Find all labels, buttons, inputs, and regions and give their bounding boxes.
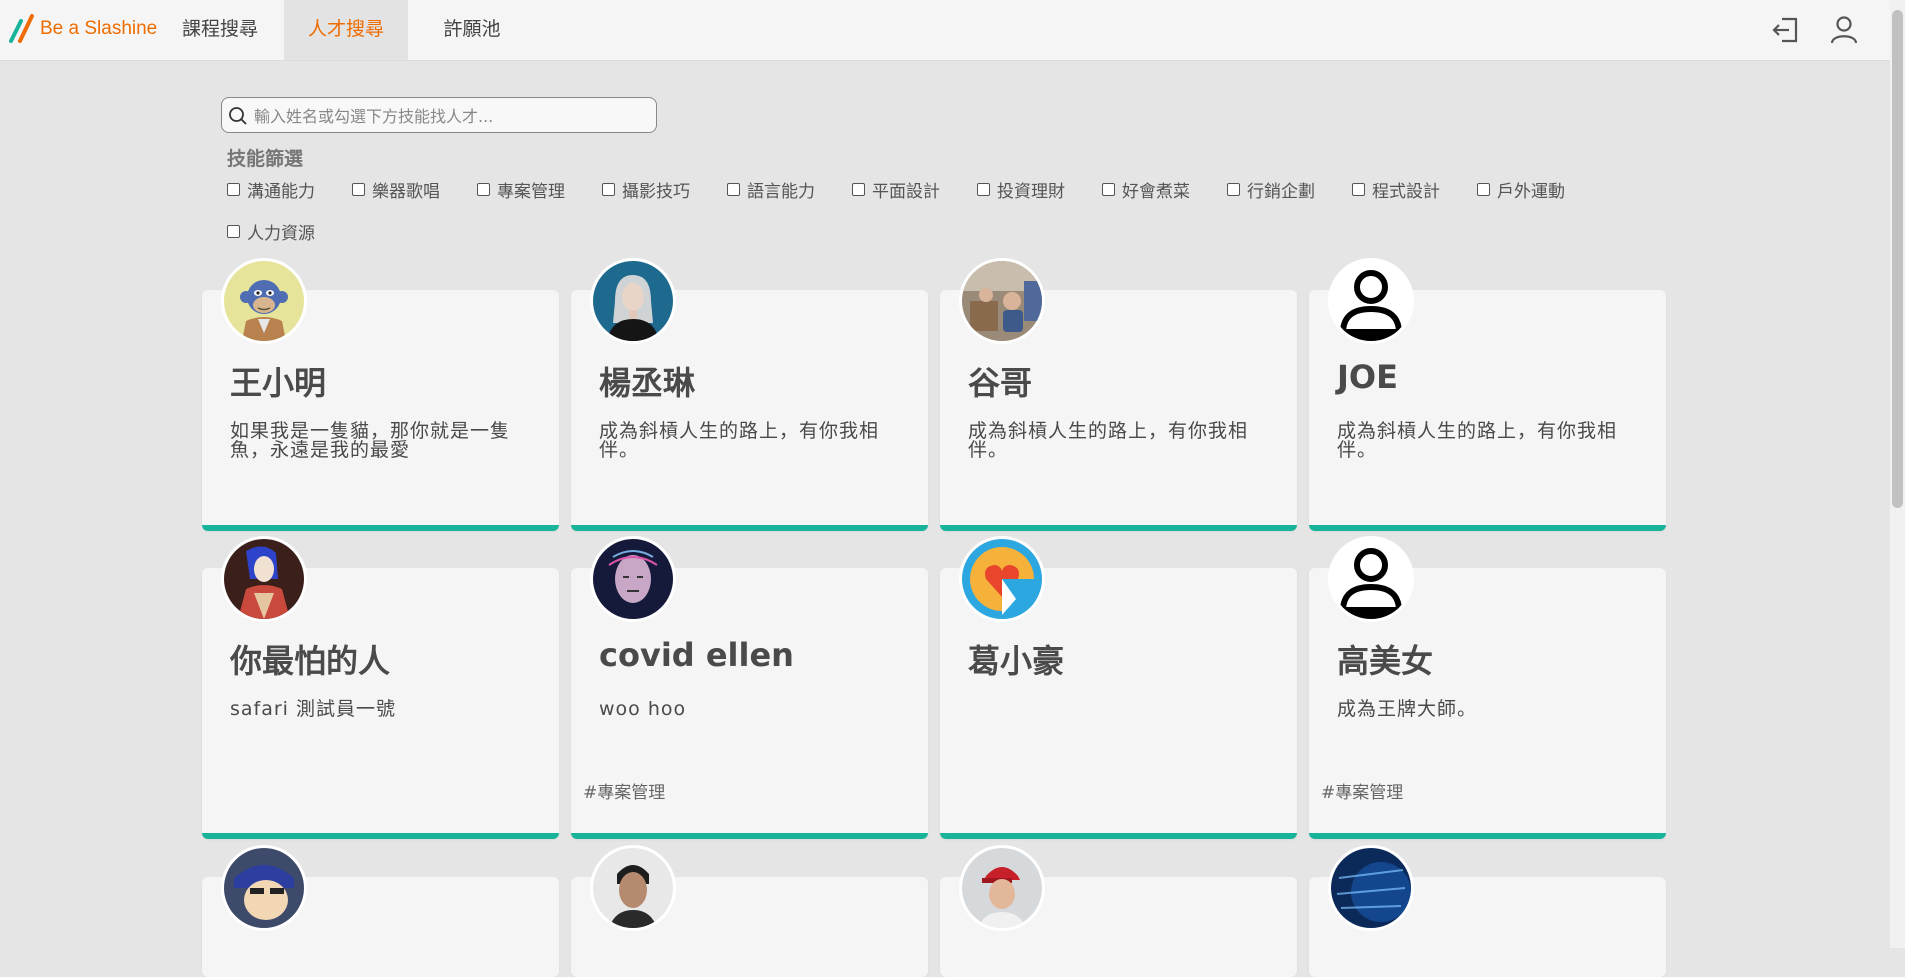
talent-avatar[interactable]: [959, 845, 1045, 931]
talent-intro: 成為斜槓人生的路上，有你我相伴。: [968, 420, 1249, 461]
checkbox-icon[interactable]: [1477, 182, 1490, 196]
skill-checkbox-finance[interactable]: 投資理財: [977, 177, 1065, 202]
logout-icon[interactable]: [1770, 14, 1802, 46]
man-photo-avatar-icon: [593, 848, 673, 928]
checkbox-icon[interactable]: [602, 182, 615, 196]
card-accent-bar: [940, 525, 1297, 531]
baseball-player-avatar-icon: [962, 848, 1042, 928]
search-icon: [229, 107, 247, 125]
skill-checkbox-outdoor[interactable]: 戶外運動: [1477, 177, 1565, 202]
talent-name: 你最怕的人: [230, 642, 391, 680]
talent-name: 王小明: [230, 364, 327, 402]
illustration-avatar-icon: [224, 539, 304, 619]
woman-photo-avatar-icon: [593, 261, 673, 341]
card-accent-bar: [1309, 525, 1666, 531]
skill-label: 專案管理: [497, 181, 565, 202]
checkbox-icon[interactable]: [227, 224, 240, 238]
skill-checkbox-cooking[interactable]: 好會煮菜: [1102, 177, 1190, 202]
skill-checkbox-music[interactable]: 樂器歌唱: [352, 177, 440, 202]
skill-label: 語言能力: [747, 181, 815, 202]
skill-label: 平面設計: [872, 181, 940, 202]
talent-name: JOE: [1337, 358, 1398, 396]
card-accent-bar: [940, 833, 1297, 839]
brand-name: Be a Slashine: [40, 18, 158, 39]
checkbox-icon[interactable]: [852, 182, 865, 196]
checkbox-icon[interactable]: [352, 182, 365, 196]
skill-label: 好會煮菜: [1122, 181, 1190, 202]
brand-logo[interactable]: Be a Slashine: [8, 10, 157, 48]
search-input[interactable]: [252, 102, 651, 130]
skill-checkbox-communication[interactable]: 溝通能力: [227, 177, 315, 202]
skill-label: 溝通能力: [247, 181, 315, 202]
skill-label: 行銷企劃: [1247, 181, 1315, 202]
skill-checkbox-hr[interactable]: 人力資源: [227, 219, 315, 244]
checkbox-icon[interactable]: [1352, 182, 1365, 196]
skill-label: 樂器歌唱: [372, 181, 440, 202]
tab-talent-search[interactable]: 人才搜尋: [284, 0, 408, 60]
talent-name: 高美女: [1337, 642, 1434, 680]
talent-name: 楊丞琳: [599, 364, 696, 402]
user-profile-icon[interactable]: [1828, 14, 1860, 46]
checkbox-icon[interactable]: [477, 182, 490, 196]
talent-avatar[interactable]: [590, 258, 676, 344]
talent-intro: 如果我是一隻貓，那你就是一隻魚，永遠是我的最愛: [230, 420, 511, 461]
skill-checkbox-programming[interactable]: 程式設計: [1352, 177, 1440, 202]
talent-avatar[interactable]: [959, 536, 1045, 622]
checkbox-icon[interactable]: [977, 182, 990, 196]
skill-label: 程式設計: [1372, 181, 1440, 202]
skill-tag[interactable]: #專案管理: [583, 778, 665, 803]
top-navbar: Be a Slashine 課程搜尋 人才搜尋 許願池: [0, 0, 1890, 61]
scrollbar-thumb[interactable]: [1892, 10, 1903, 508]
checkbox-icon[interactable]: [727, 182, 740, 196]
talent-avatar[interactable]: [221, 845, 307, 931]
skill-checkbox-marketing[interactable]: 行銷企劃: [1227, 177, 1315, 202]
tab-wish-pool[interactable]: 許願池: [420, 0, 524, 60]
card-accent-bar: [571, 833, 928, 839]
skill-checkbox-photography[interactable]: 攝影技巧: [602, 177, 690, 202]
skill-label: 攝影技巧: [622, 181, 690, 202]
code-avatar-icon: [1331, 848, 1411, 928]
card-accent-bar: [202, 525, 559, 531]
talent-name: 葛小豪: [968, 642, 1065, 680]
skill-checkbox-project[interactable]: 專案管理: [477, 177, 565, 202]
slash-logo-icon: [9, 14, 34, 43]
default-user-avatar-icon: [1331, 539, 1411, 619]
talent-avatar[interactable]: [221, 536, 307, 622]
talent-avatar[interactable]: [959, 258, 1045, 344]
skill-checkbox-graphic-design[interactable]: 平面設計: [852, 177, 940, 202]
talent-avatar[interactable]: [590, 536, 676, 622]
card-accent-bar: [1309, 833, 1666, 839]
talent-avatar[interactable]: [1328, 845, 1414, 931]
card-accent-bar: [571, 525, 928, 531]
skill-label: 人力資源: [247, 223, 315, 244]
skill-label: 戶外運動: [1497, 181, 1565, 202]
tab-course-search[interactable]: 課程搜尋: [168, 0, 272, 60]
talent-avatar[interactable]: [1328, 536, 1414, 622]
checkbox-icon[interactable]: [1227, 182, 1240, 196]
talent-avatar[interactable]: [1328, 258, 1414, 344]
talent-name: covid ellen: [599, 636, 794, 674]
kids-photo-avatar-icon: [962, 261, 1042, 341]
talent-search-box: [221, 97, 657, 133]
checkbox-icon[interactable]: [227, 182, 240, 196]
cartoon-avatar-icon: [224, 848, 304, 928]
ape-avatar-icon: [224, 261, 304, 341]
default-user-avatar-icon: [1331, 261, 1411, 341]
talent-avatar[interactable]: [221, 258, 307, 344]
checkbox-icon[interactable]: [1102, 182, 1115, 196]
heart-logo-avatar-icon: [962, 539, 1042, 619]
talent-intro: safari 測試員一號: [230, 698, 397, 720]
talent-intro: 成為王牌大師。: [1337, 698, 1478, 720]
talent-avatar[interactable]: [590, 845, 676, 931]
abstract-face-avatar-icon: [593, 539, 673, 619]
skill-label: 投資理財: [997, 181, 1065, 202]
talent-name: 谷哥: [968, 364, 1033, 402]
skill-checkbox-language[interactable]: 語言能力: [727, 177, 815, 202]
talent-intro: 成為斜槓人生的路上，有你我相伴。: [1337, 420, 1618, 461]
talent-intro: woo hoo: [599, 698, 687, 720]
talent-intro: 成為斜槓人生的路上，有你我相伴。: [599, 420, 880, 461]
skill-tag[interactable]: #專案管理: [1321, 778, 1403, 803]
skill-filter-title: 技能篩選: [227, 148, 304, 170]
card-accent-bar: [202, 833, 559, 839]
